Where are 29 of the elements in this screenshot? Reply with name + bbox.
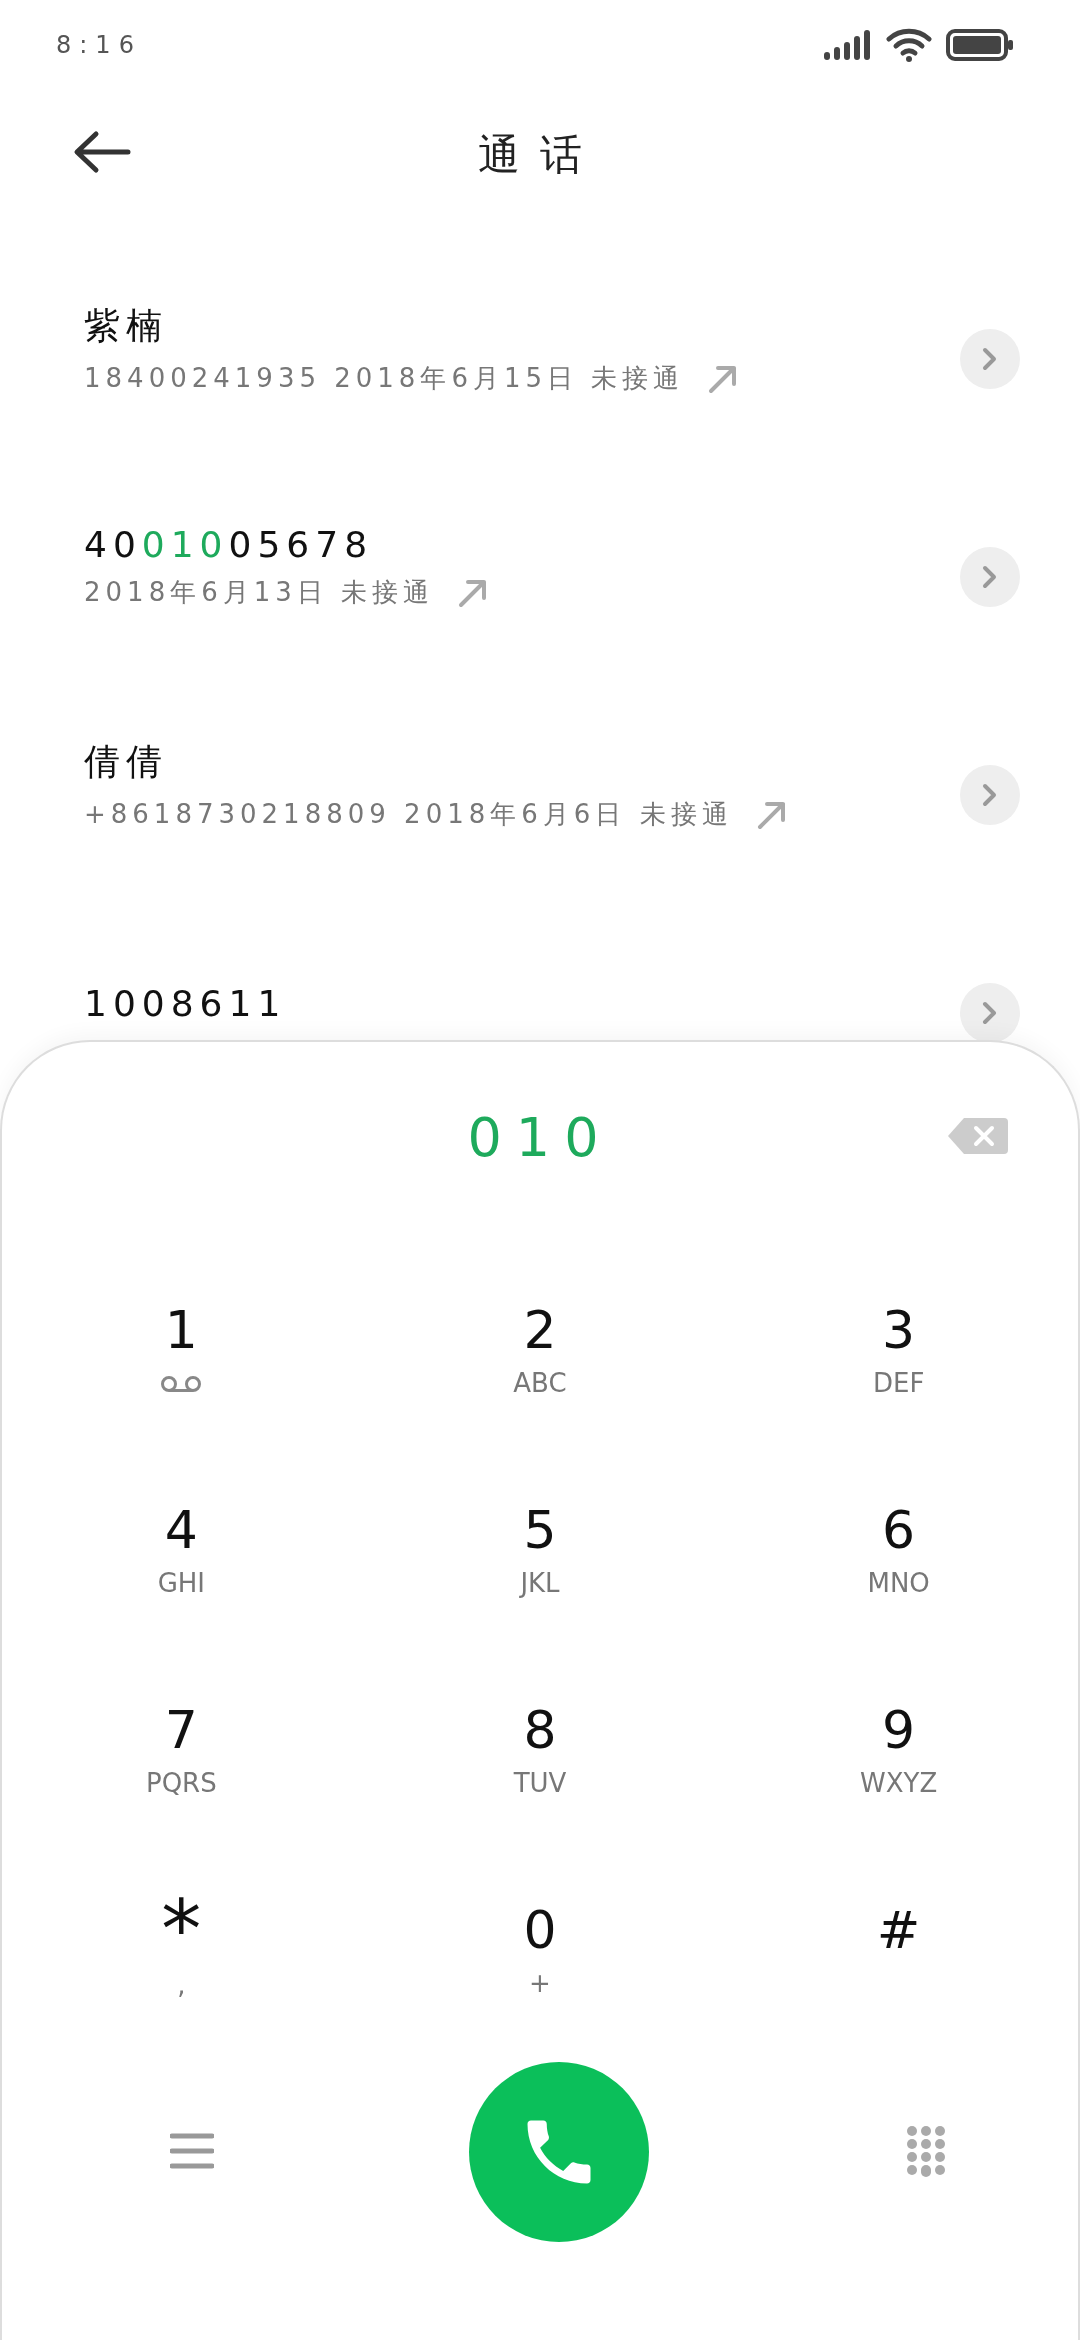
battery-icon	[946, 29, 1014, 61]
dial-key[interactable]: 5 JKL	[430, 1472, 650, 1632]
dial-key[interactable]: 9 WXYZ	[788, 1672, 1009, 1832]
contact-name: 1008611	[84, 982, 287, 1024]
dial-key[interactable]: 7 PQRS	[71, 1672, 292, 1832]
dial-key[interactable]: 4 GHI	[71, 1472, 292, 1632]
outgoing-arrow-icon	[756, 799, 787, 830]
outgoing-arrow-icon	[458, 577, 489, 608]
call-details: 2018年6月13日 未接通	[84, 576, 435, 609]
dial-key[interactable]: #	[788, 1872, 1009, 2032]
dial-key[interactable]: 6 MNO	[788, 1472, 1009, 1632]
call-details: 18400241935 2018年6月15日 未接通	[84, 362, 685, 395]
dial-key[interactable]: 8 TUV	[430, 1672, 650, 1832]
signal-icon	[824, 30, 872, 60]
contact-name: 倩倩	[84, 740, 168, 784]
dial-key[interactable]: 0 +	[430, 1872, 650, 2032]
outgoing-arrow-icon	[708, 363, 739, 394]
dial-key[interactable]: * ,	[71, 1872, 292, 2032]
dial-key[interactable]: 1	[71, 1272, 292, 1432]
status-time: 8:16	[56, 31, 142, 59]
wifi-icon	[886, 28, 932, 62]
call-details: +8618730218809 2018年6月6日 未接通	[84, 798, 733, 831]
dialpad-toggle-button[interactable]	[904, 2124, 948, 2180]
page-title: 通话	[478, 129, 602, 181]
dial-key[interactable]: 3 DEF	[788, 1272, 1009, 1432]
contact-name: 紫楠	[84, 304, 168, 348]
dial-key[interactable]: 2 ABC	[430, 1272, 650, 1432]
voicemail-icon	[160, 1374, 203, 1394]
contact-name: 40 010 05678	[84, 524, 374, 565]
